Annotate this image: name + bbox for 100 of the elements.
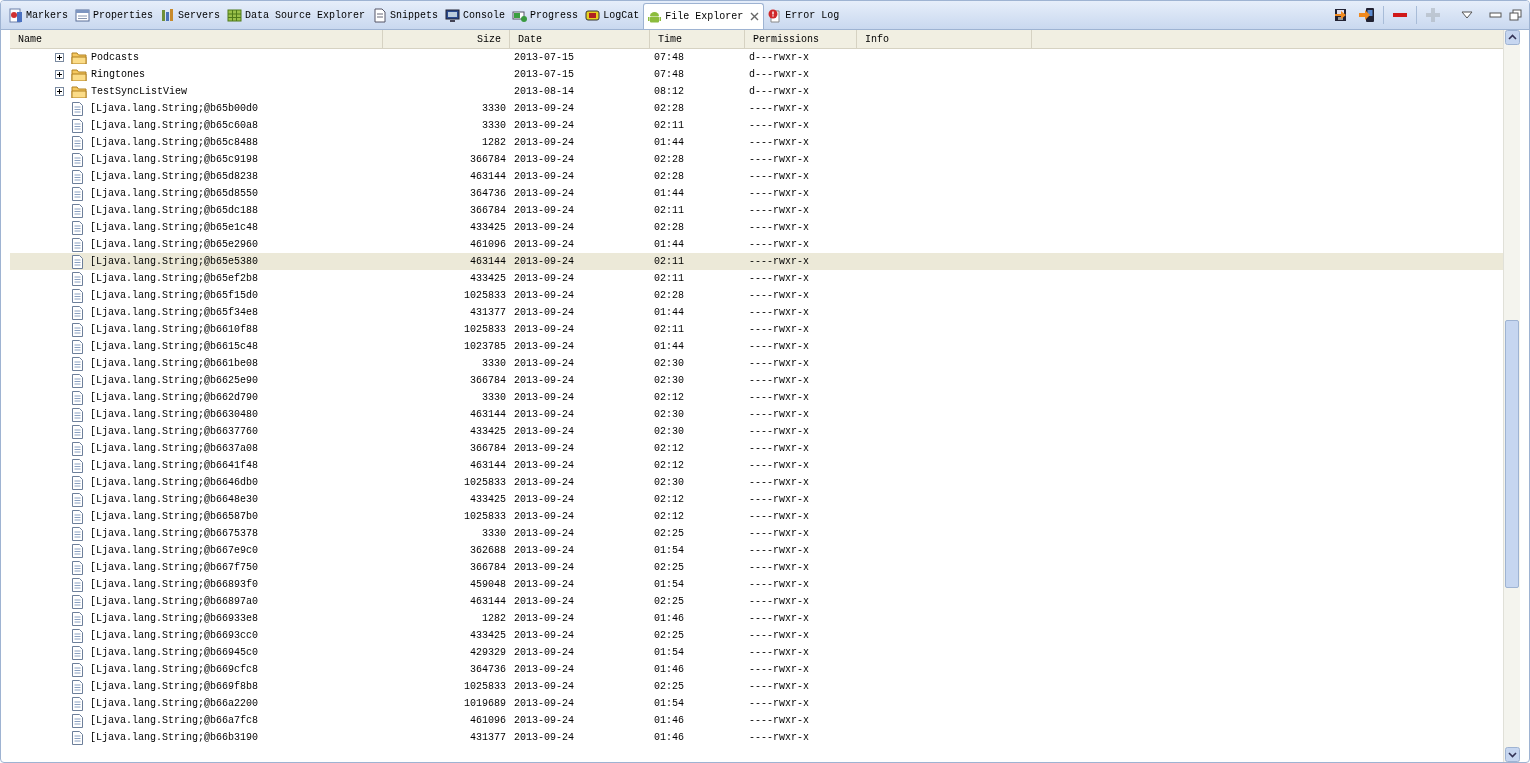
file-row[interactable]: [Ljava.lang.String;@b6630480 463144 2013-09-24 02:30 ----rwxr-x — [10, 406, 1503, 423]
file-date: 2013-09-24 — [514, 341, 574, 352]
file-row[interactable]: [Ljava.lang.String;@b66a7fc8 461096 2013-09-24 01:46 ----rwxr-x — [10, 712, 1503, 729]
file-name: [Ljava.lang.String;@b65c9198 — [90, 154, 259, 165]
view-tab[interactable]: Markers — [5, 1, 72, 29]
file-row[interactable]: TestSyncListView 2013-08-14 08:12 d---rwxr-x — [10, 83, 1503, 100]
file-row[interactable]: [Ljava.lang.String;@b667f750 366784 2013-09-24 02:25 ----rwxr-x — [10, 559, 1503, 576]
file-row[interactable]: Podcasts 2013-07-15 07:48 d---rwxr-x — [10, 49, 1503, 66]
view-tab[interactable]: Console — [442, 1, 510, 29]
file-time: 02:30 — [654, 477, 684, 488]
file-time: 01:54 — [654, 545, 684, 556]
file-row[interactable]: [Ljava.lang.String;@b65e5380 463144 2013-09-24 02:11 ----rwxr-x — [10, 253, 1503, 270]
file-row[interactable]: [Ljava.lang.String;@b65f15d0 1025833 2013-09-24 02:28 ----rwxr-x — [10, 287, 1503, 304]
file-permissions: ----rwxr-x — [749, 715, 809, 726]
file-row[interactable]: [Ljava.lang.String;@b6648e30 433425 2013-09-24 02:12 ----rwxr-x — [10, 491, 1503, 508]
file-row[interactable]: Ringtones 2013-07-15 07:48 d---rwxr-x — [10, 66, 1503, 83]
file-size: 3330 — [482, 392, 506, 403]
file-row[interactable]: [Ljava.lang.String;@b65e1c48 433425 2013-09-24 02:28 ----rwxr-x — [10, 219, 1503, 236]
file-permissions: d---rwxr-x — [749, 69, 809, 80]
file-row[interactable]: [Ljava.lang.String;@b669f8b8 1025833 2013-09-24 02:25 ----rwxr-x — [10, 678, 1503, 695]
file-icon — [72, 237, 83, 252]
file-name: [Ljava.lang.String;@b6610f88 — [90, 324, 259, 335]
file-row[interactable]: [Ljava.lang.String;@b65b00d0 3330 2013-09-24 02:28 ----rwxr-x — [10, 100, 1503, 117]
file-row[interactable]: [Ljava.lang.String;@b65d8238 463144 2013-09-24 02:28 ----rwxr-x — [10, 168, 1503, 185]
view-tab[interactable]: LogCat — [582, 1, 644, 29]
file-icon — [72, 594, 83, 609]
file-date: 2013-09-24 — [514, 698, 574, 709]
file-permissions: ----rwxr-x — [749, 664, 809, 675]
file-row[interactable]: [Ljava.lang.String;@b65c8488 1282 2013-09-24 01:44 ----rwxr-x — [10, 134, 1503, 151]
file-size: 431377 — [470, 307, 506, 318]
column-header[interactable]: Info — [857, 30, 1032, 48]
file-row[interactable]: [Ljava.lang.String;@b65dc188 366784 2013-09-24 02:11 ----rwxr-x — [10, 202, 1503, 219]
file-row[interactable]: [Ljava.lang.String;@b65c60a8 3330 2013-09-24 02:11 ----rwxr-x — [10, 117, 1503, 134]
file-permissions: d---rwxr-x — [749, 86, 809, 97]
file-row[interactable]: [Ljava.lang.String;@b65e2960 461096 2013-09-24 01:44 ----rwxr-x — [10, 236, 1503, 253]
file-permissions: ----rwxr-x — [749, 698, 809, 709]
file-row[interactable]: [Ljava.lang.String;@b66933e8 1282 2013-09-24 01:46 ----rwxr-x — [10, 610, 1503, 627]
file-row[interactable]: [Ljava.lang.String;@b66b3190 431377 2013-09-24 01:46 ----rwxr-x — [10, 729, 1503, 746]
file-row[interactable]: [Ljava.lang.String;@b6610f88 1025833 2013-09-24 02:11 ----rwxr-x — [10, 321, 1503, 338]
view-tab[interactable]: Error Log — [764, 1, 844, 29]
view-tab[interactable]: Properties — [72, 1, 158, 29]
file-row[interactable]: [Ljava.lang.String;@b66897a0 463144 2013-09-24 02:25 ----rwxr-x — [10, 593, 1503, 610]
file-name: Podcasts — [91, 52, 139, 63]
file-row[interactable]: [Ljava.lang.String;@b6637760 433425 2013-09-24 02:30 ----rwxr-x — [10, 423, 1503, 440]
file-name: Ringtones — [91, 69, 145, 80]
file-size: 463144 — [470, 460, 506, 471]
file-row[interactable]: [Ljava.lang.String;@b65ef2b8 433425 2013-09-24 02:11 ----rwxr-x — [10, 270, 1503, 287]
column-header[interactable]: Time — [650, 30, 745, 48]
column-header[interactable]: Name — [10, 30, 383, 48]
file-row[interactable]: [Ljava.lang.String;@b66587b0 1025833 2013-09-24 02:12 ----rwxr-x — [10, 508, 1503, 525]
file-row[interactable]: [Ljava.lang.String;@b6615c48 1023785 2013-09-24 01:44 ----rwxr-x — [10, 338, 1503, 355]
vertical-scrollbar[interactable] — [1503, 30, 1520, 762]
file-size: 433425 — [470, 222, 506, 233]
file-time: 02:30 — [654, 409, 684, 420]
monitor-icon — [445, 7, 461, 23]
file-name: [Ljava.lang.String;@b667e9c0 — [90, 545, 259, 556]
file-time: 02:12 — [654, 392, 684, 403]
error-log-icon — [767, 7, 783, 23]
file-time: 02:11 — [654, 273, 684, 284]
file-row[interactable]: [Ljava.lang.String;@b661be08 3330 2013-09-24 02:30 ----rwxr-x — [10, 355, 1503, 372]
view-tab[interactable]: Data Source Explorer — [224, 1, 370, 29]
file-row[interactable]: [Ljava.lang.String;@b65f34e8 431377 2013-09-24 01:44 ----rwxr-x — [10, 304, 1503, 321]
file-size: 1025833 — [464, 477, 506, 488]
file-date: 2013-09-24 — [514, 477, 574, 488]
file-row[interactable]: [Ljava.lang.String;@b6693cc0 433425 2013-09-24 02:25 ----rwxr-x — [10, 627, 1503, 644]
file-row[interactable]: [Ljava.lang.String;@b6675378 3330 2013-09-24 02:25 ----rwxr-x — [10, 525, 1503, 542]
push-file-icon — [1358, 6, 1376, 24]
file-row[interactable]: [Ljava.lang.String;@b6625e90 366784 2013-09-24 02:30 ----rwxr-x — [10, 372, 1503, 389]
file-name: [Ljava.lang.String;@b66897a0 — [90, 596, 259, 607]
file-time: 02:28 — [654, 222, 684, 233]
file-time: 01:54 — [654, 579, 684, 590]
column-header[interactable]: Permissions — [745, 30, 857, 48]
file-name: [Ljava.lang.String;@b66893f0 — [90, 579, 259, 590]
android-icon — [647, 9, 663, 24]
file-name: [Ljava.lang.String;@b66587b0 — [90, 511, 259, 522]
file-row[interactable]: [Ljava.lang.String;@b669cfc8 364736 2013-09-24 01:46 ----rwxr-x — [10, 661, 1503, 678]
file-date: 2013-09-24 — [514, 103, 574, 114]
file-row[interactable]: [Ljava.lang.String;@b65c9198 366784 2013-09-24 02:28 ----rwxr-x — [10, 151, 1503, 168]
file-row[interactable]: [Ljava.lang.String;@b65d8550 364736 2013-09-24 01:44 ----rwxr-x — [10, 185, 1503, 202]
view-tab[interactable]: Progress — [509, 1, 583, 29]
file-row[interactable]: [Ljava.lang.String;@b6641f48 463144 2013-09-24 02:12 ----rwxr-x — [10, 457, 1503, 474]
file-row[interactable]: [Ljava.lang.String;@b66a2200 1019689 2013-09-24 01:54 ----rwxr-x — [10, 695, 1503, 712]
file-row[interactable]: [Ljava.lang.String;@b66945c0 429329 2013-09-24 01:54 ----rwxr-x — [10, 644, 1503, 661]
file-name: [Ljava.lang.String;@b65d8238 — [90, 171, 259, 182]
push-file-button[interactable] — [1357, 5, 1377, 25]
file-name: [Ljava.lang.String;@b6641f48 — [90, 460, 259, 471]
view-tab[interactable]: File Explorer — [643, 3, 765, 29]
file-row[interactable]: [Ljava.lang.String;@b6646db0 1025833 2013-09-24 02:30 ----rwxr-x — [10, 474, 1503, 491]
file-permissions: ----rwxr-x — [749, 409, 809, 420]
file-time: 02:25 — [654, 528, 684, 539]
view-tab[interactable]: Snippets — [369, 1, 443, 29]
file-row[interactable]: [Ljava.lang.String;@b66893f0 459048 2013-09-24 01:54 ----rwxr-x — [10, 576, 1503, 593]
column-header[interactable]: Date — [510, 30, 650, 48]
view-tab[interactable]: Servers — [157, 1, 225, 29]
file-time: 01:44 — [654, 137, 684, 148]
file-size: 463144 — [470, 596, 506, 607]
file-row[interactable]: [Ljava.lang.String;@b6637a08 366784 2013-09-24 02:12 ----rwxr-x — [10, 440, 1503, 457]
column-header[interactable]: Size — [383, 30, 510, 48]
file-row[interactable]: [Ljava.lang.String;@b662d790 3330 2013-09-24 02:12 ----rwxr-x — [10, 389, 1503, 406]
file-row[interactable]: [Ljava.lang.String;@b667e9c0 362688 2013-09-24 01:54 ----rwxr-x — [10, 542, 1503, 559]
